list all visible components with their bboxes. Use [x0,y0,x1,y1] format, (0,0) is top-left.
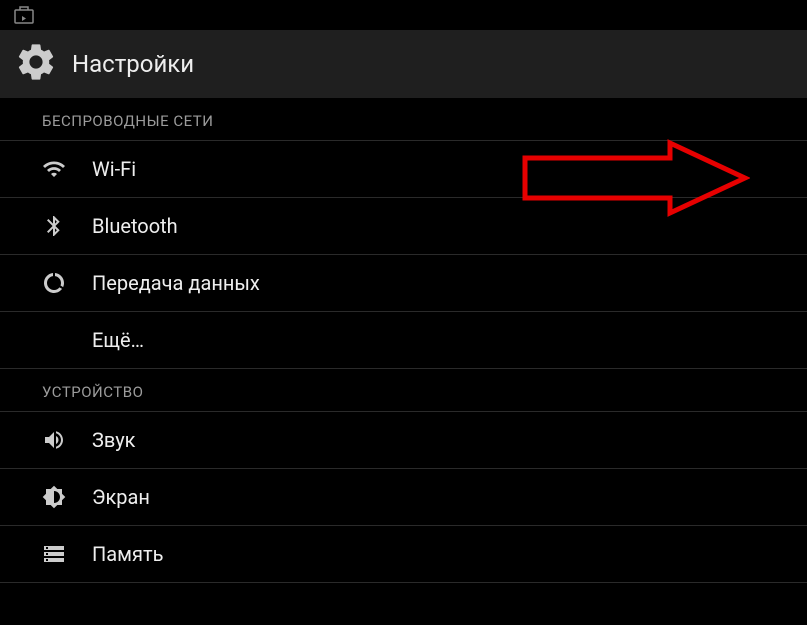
page-title: Настройки [72,50,194,78]
play-store-icon [12,3,36,27]
section-header-wireless: БЕСПРОВОДНЫЕ СЕТИ [0,98,807,140]
bluetooth-icon [42,214,66,238]
settings-header: Настройки [0,30,807,98]
item-label: Wi-Fi [92,157,136,181]
gear-icon [14,40,58,88]
data-usage-icon [42,271,66,295]
item-label: Ещё… [92,328,144,352]
brightness-icon [42,485,66,509]
settings-item-storage[interactable]: Память [0,525,807,583]
settings-item-data-usage[interactable]: Передача данных [0,254,807,311]
wifi-icon [42,157,66,181]
section-header-device: УСТРОЙСТВО [0,369,807,411]
speaker-icon [42,428,66,452]
item-label: Звук [92,428,135,452]
device-section: УСТРОЙСТВО Звук Экран Память [0,369,807,583]
settings-item-sound[interactable]: Звук [0,411,807,468]
storage-icon [42,542,66,566]
item-label: Память [92,542,163,566]
status-bar [0,0,807,30]
item-label: Bluetooth [92,214,178,238]
item-label: Экран [92,485,150,509]
settings-item-wifi[interactable]: Wi-Fi [0,140,807,197]
settings-item-display[interactable]: Экран [0,468,807,525]
settings-item-bluetooth[interactable]: Bluetooth [0,197,807,254]
wireless-section: БЕСПРОВОДНЫЕ СЕТИ Wi-Fi Bluetooth Переда… [0,98,807,369]
settings-item-more[interactable]: Ещё… [0,311,807,369]
item-label: Передача данных [92,271,260,295]
